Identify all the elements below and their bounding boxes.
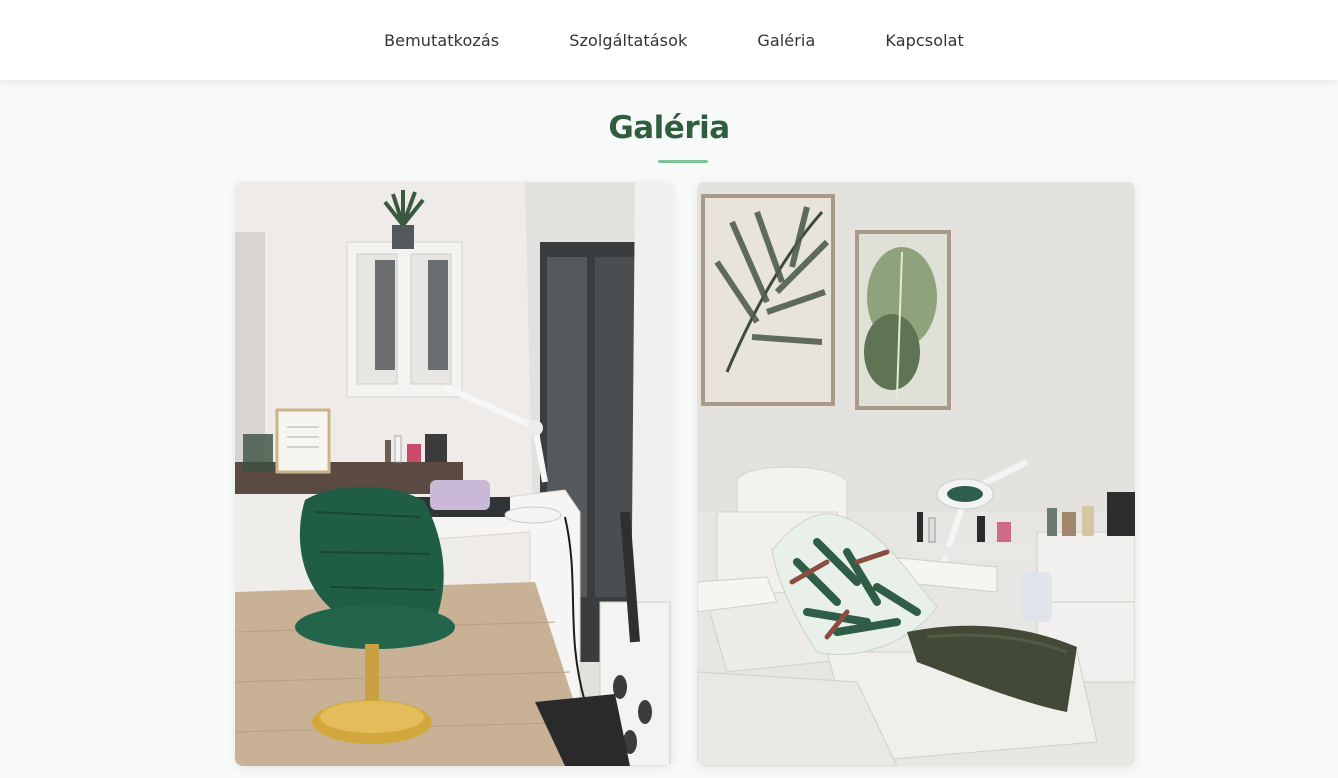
- gallery-grid: [235, 182, 1135, 766]
- treatment-chair-image: [697, 182, 1135, 766]
- gallery-photo-manicure-station[interactable]: [235, 182, 673, 766]
- nav-link-galeria[interactable]: Galéria: [757, 31, 815, 50]
- title-underline: [658, 160, 708, 163]
- nav-link-szolgaltatasok[interactable]: Szolgáltatások: [569, 31, 687, 50]
- main-nav: Bemutatkozás Szolgáltatások Galéria Kapc…: [384, 31, 964, 50]
- top-navbar: Bemutatkozás Szolgáltatások Galéria Kapc…: [0, 0, 1338, 80]
- gallery-title: Galéria: [608, 110, 730, 146]
- manicure-station-image: [235, 182, 673, 766]
- nav-link-kapcsolat[interactable]: Kapcsolat: [885, 31, 964, 50]
- gallery-photo-treatment-chair[interactable]: [697, 182, 1135, 766]
- nav-link-bemutatkozas[interactable]: Bemutatkozás: [384, 31, 499, 50]
